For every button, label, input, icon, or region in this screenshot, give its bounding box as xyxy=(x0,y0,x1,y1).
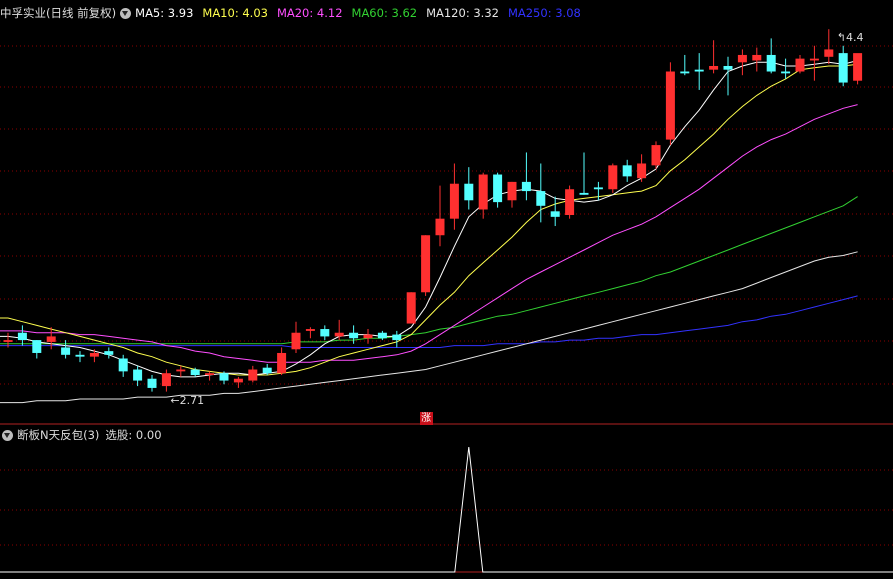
kline-chart[interactable] xyxy=(0,0,893,579)
candle-body xyxy=(723,65,733,70)
candle-body xyxy=(75,354,85,357)
candle-body xyxy=(766,54,776,72)
candle-body xyxy=(694,69,704,72)
candle-body xyxy=(824,49,834,57)
candle-body xyxy=(161,373,171,387)
low-price-label: ←2.71 xyxy=(170,393,205,407)
candle-body xyxy=(435,218,445,236)
main-chart-header: 中孚实业(日线 前复权) MA5: 3.93 MA10: 4.03 MA20: … xyxy=(0,4,590,22)
candle-body xyxy=(406,292,416,324)
candle-body xyxy=(248,369,258,381)
candle-body xyxy=(262,367,272,374)
limit-up-badge: 涨 xyxy=(419,412,433,425)
candle-body xyxy=(651,145,661,166)
candle-body xyxy=(565,189,575,215)
candle-body xyxy=(579,192,589,195)
candle-body xyxy=(363,334,373,339)
candle-body xyxy=(320,329,330,337)
high-price-label: ↰4.4 xyxy=(836,31,864,45)
candle-body xyxy=(550,211,560,217)
low-price-value: 2.71 xyxy=(179,393,205,407)
chevron-down-icon[interactable] xyxy=(120,7,132,19)
chevron-down-icon[interactable] xyxy=(2,429,13,441)
candle-body xyxy=(32,340,42,353)
candle-body xyxy=(493,174,503,203)
candle-body xyxy=(795,58,805,72)
candle-body xyxy=(291,332,301,350)
ma5-line xyxy=(0,60,858,378)
signal-line xyxy=(0,446,893,573)
candle-body xyxy=(277,352,287,374)
candle-body xyxy=(853,53,863,81)
candle-body xyxy=(334,332,344,337)
candle-body xyxy=(709,65,719,70)
ma10-label: MA10: 4.03 xyxy=(202,6,268,20)
candle-body xyxy=(521,181,531,192)
candle-body xyxy=(680,71,690,74)
candle-body xyxy=(507,181,517,201)
candle-body xyxy=(377,332,387,339)
candle-body xyxy=(190,369,200,376)
candle-body xyxy=(464,183,474,201)
indicator-title[interactable]: 断板N天反包(3) xyxy=(17,427,99,443)
ma20-line xyxy=(0,104,858,363)
candle-body xyxy=(449,183,459,219)
candle-body xyxy=(3,340,13,342)
ma250-label: MA250: 3.08 xyxy=(507,6,581,20)
candle-body xyxy=(809,58,819,61)
ma5-label: MA5: 3.93 xyxy=(135,6,194,20)
indicator-value: 选股: 0.00 xyxy=(105,428,162,442)
stock-title[interactable]: 中孚实业(日线 前复权) xyxy=(0,5,116,21)
candle-body xyxy=(46,336,56,342)
candle-body xyxy=(133,369,143,381)
candle-body xyxy=(392,334,402,341)
ma60-label: MA60: 3.62 xyxy=(351,6,418,20)
candle-body xyxy=(61,347,71,355)
candle-body xyxy=(147,378,157,388)
candle-body xyxy=(665,71,675,140)
candle-body xyxy=(781,71,791,74)
candle-body xyxy=(176,369,186,372)
candle-body xyxy=(838,53,848,83)
ma250-line xyxy=(0,295,858,348)
candle-body xyxy=(104,351,114,355)
candle-body xyxy=(536,191,546,206)
candle-body xyxy=(233,378,243,383)
candle-body xyxy=(593,187,603,190)
high-price-value: 4.4 xyxy=(846,31,864,45)
ma120-label: MA120: 3.32 xyxy=(426,6,499,20)
candle-body xyxy=(478,174,488,210)
candle-body xyxy=(737,54,747,63)
candle-body xyxy=(421,235,431,293)
candle-body xyxy=(349,332,359,339)
ma20-label: MA20: 4.12 xyxy=(276,6,343,20)
candle-body xyxy=(118,358,128,372)
indicator-header: 断板N天反包(3) 选股: 0.00 xyxy=(0,426,162,444)
candle-body xyxy=(608,165,618,190)
candle-body xyxy=(637,163,647,179)
candle-body xyxy=(205,373,215,376)
candle-body xyxy=(219,373,229,381)
candle-body xyxy=(89,352,99,357)
ma10-line xyxy=(0,63,858,376)
candle-body xyxy=(17,332,27,341)
candle-body xyxy=(305,329,315,331)
candle-body xyxy=(622,165,632,177)
candle-body xyxy=(752,54,762,61)
